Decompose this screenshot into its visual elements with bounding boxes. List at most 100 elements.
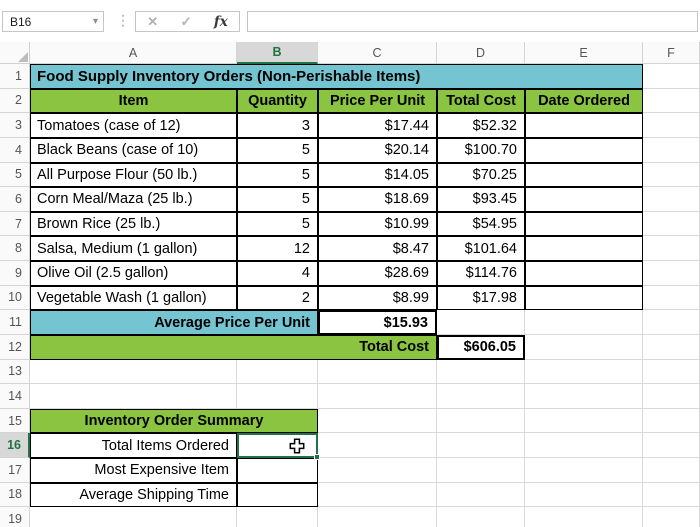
cell-E6[interactable] bbox=[525, 187, 643, 212]
cell-C7[interactable]: $10.99 bbox=[318, 211, 437, 237]
cell-D9[interactable]: $114.76 bbox=[437, 261, 525, 286]
cell-D2[interactable]: Total Cost bbox=[437, 88, 525, 114]
cell-C8[interactable]: $8.47 bbox=[318, 236, 437, 261]
cell-D13[interactable] bbox=[437, 359, 525, 385]
cell-A12[interactable]: Total Cost bbox=[30, 334, 437, 360]
cell-C6[interactable]: $18.69 bbox=[318, 187, 437, 212]
cell-D10[interactable]: $17.98 bbox=[437, 285, 525, 311]
cell-E16[interactable] bbox=[525, 433, 643, 458]
cell-C5[interactable]: $14.05 bbox=[318, 162, 437, 188]
cell-D12[interactable]: $606.05 bbox=[437, 334, 525, 360]
cell-A1[interactable]: Food Supply Inventory Orders (Non-Perish… bbox=[30, 64, 643, 89]
fill-handle-icon[interactable] bbox=[314, 454, 320, 460]
cell-D5[interactable]: $70.25 bbox=[437, 162, 525, 188]
row-header-3[interactable]: 3 bbox=[0, 113, 30, 138]
cell-D4[interactable]: $100.70 bbox=[437, 137, 525, 163]
cell-E13[interactable] bbox=[525, 359, 643, 385]
row-header-14[interactable]: 14 bbox=[0, 384, 30, 409]
cancel-icon[interactable]: ✕ bbox=[147, 14, 158, 30]
cell-B18[interactable] bbox=[237, 482, 318, 508]
cell-F17[interactable] bbox=[643, 458, 700, 483]
cell-A14[interactable] bbox=[30, 384, 237, 409]
select-all-corner[interactable] bbox=[0, 42, 30, 64]
cell-A16[interactable]: Total Items Ordered bbox=[30, 433, 237, 458]
cell-A19[interactable] bbox=[30, 507, 237, 527]
cell-F8[interactable] bbox=[643, 236, 700, 261]
cell-E9[interactable] bbox=[525, 261, 643, 286]
row-header-6[interactable]: 6 bbox=[0, 187, 30, 212]
cell-A13[interactable] bbox=[30, 359, 237, 385]
cell-C15[interactable] bbox=[318, 408, 437, 434]
cell-B7[interactable]: 5 bbox=[237, 211, 318, 237]
cell-F4[interactable] bbox=[643, 137, 700, 163]
cell-B10[interactable]: 2 bbox=[237, 285, 318, 311]
cell-D3[interactable]: $52.32 bbox=[437, 113, 525, 138]
cell-F18[interactable] bbox=[643, 482, 700, 508]
cell-D19[interactable] bbox=[437, 507, 525, 527]
row-header-11[interactable]: 11 bbox=[0, 310, 30, 335]
cell-A5[interactable]: All Purpose Flour (50 lb.) bbox=[30, 162, 237, 188]
cell-A11[interactable]: Average Price Per Unit bbox=[30, 310, 318, 335]
cell-B14[interactable] bbox=[237, 384, 318, 409]
cell-C11[interactable]: $15.93 bbox=[318, 310, 437, 335]
row-header-12[interactable]: 12 bbox=[0, 334, 30, 360]
cell-A2[interactable]: Item bbox=[30, 88, 237, 114]
column-header-B[interactable]: B bbox=[237, 42, 318, 64]
cell-F3[interactable] bbox=[643, 113, 700, 138]
cell-E18[interactable] bbox=[525, 482, 643, 508]
cell-D15[interactable] bbox=[437, 408, 525, 434]
cell-F11[interactable] bbox=[643, 310, 700, 335]
name-box[interactable]: B16 ▾ bbox=[2, 11, 104, 32]
cell-A17[interactable]: Most Expensive Item bbox=[30, 458, 237, 483]
formula-bar-input[interactable] bbox=[247, 11, 698, 32]
enter-icon[interactable]: ✓ bbox=[181, 14, 192, 30]
row-header-9[interactable]: 9 bbox=[0, 261, 30, 286]
cell-C18[interactable] bbox=[318, 482, 437, 508]
cell-D6[interactable]: $93.45 bbox=[437, 187, 525, 212]
cell-C13[interactable] bbox=[318, 359, 437, 385]
row-header-8[interactable]: 8 bbox=[0, 236, 30, 261]
cell-A3[interactable]: Tomatoes (case of 12) bbox=[30, 113, 237, 138]
row-header-19[interactable]: 19 bbox=[0, 507, 30, 527]
cell-A15[interactable]: Inventory Order Summary bbox=[30, 408, 318, 434]
row-header-18[interactable]: 18 bbox=[0, 482, 30, 508]
cell-D14[interactable] bbox=[437, 384, 525, 409]
cell-D8[interactable]: $101.64 bbox=[437, 236, 525, 261]
cell-A8[interactable]: Salsa, Medium (1 gallon) bbox=[30, 236, 237, 261]
cell-E11[interactable] bbox=[525, 310, 643, 335]
column-header-C[interactable]: C bbox=[318, 42, 437, 64]
cell-F1[interactable] bbox=[643, 64, 700, 89]
cell-D17[interactable] bbox=[437, 458, 525, 483]
cell-D16[interactable] bbox=[437, 433, 525, 458]
cell-B17[interactable] bbox=[237, 458, 318, 483]
cell-E17[interactable] bbox=[525, 458, 643, 483]
cell-E2[interactable]: Date Ordered bbox=[525, 88, 643, 114]
cell-E15[interactable] bbox=[525, 408, 643, 434]
row-header-10[interactable]: 10 bbox=[0, 285, 30, 311]
cell-A9[interactable]: Olive Oil (2.5 gallon) bbox=[30, 261, 237, 286]
column-header-D[interactable]: D bbox=[437, 42, 525, 64]
cell-E8[interactable] bbox=[525, 236, 643, 261]
cell-B19[interactable] bbox=[237, 507, 318, 527]
cell-E3[interactable] bbox=[525, 113, 643, 138]
cell-F14[interactable] bbox=[643, 384, 700, 409]
cell-B5[interactable]: 5 bbox=[237, 162, 318, 188]
cell-A6[interactable]: Corn Meal/Maza (25 lb.) bbox=[30, 187, 237, 212]
cell-B9[interactable]: 4 bbox=[237, 261, 318, 286]
cell-E14[interactable] bbox=[525, 384, 643, 409]
cell-B8[interactable]: 12 bbox=[237, 236, 318, 261]
row-header-13[interactable]: 13 bbox=[0, 359, 30, 385]
cell-B6[interactable]: 5 bbox=[237, 187, 318, 212]
cell-C4[interactable]: $20.14 bbox=[318, 137, 437, 163]
cell-F13[interactable] bbox=[643, 359, 700, 385]
column-header-F[interactable]: F bbox=[643, 42, 700, 64]
cell-D18[interactable] bbox=[437, 482, 525, 508]
spreadsheet-grid[interactable]: A B C D E F 1 2 3 4 5 6 7 8 9 10 11 12 13 14 15 16 17 18 19 Food … bbox=[0, 42, 700, 527]
cell-D11[interactable] bbox=[437, 310, 525, 335]
row-header-4[interactable]: 4 bbox=[0, 137, 30, 163]
cell-E19[interactable] bbox=[525, 507, 643, 527]
cell-C17[interactable] bbox=[318, 458, 437, 483]
cell-C2[interactable]: Price Per Unit bbox=[318, 88, 437, 114]
cell-F6[interactable] bbox=[643, 187, 700, 212]
cell-A18[interactable]: Average Shipping Time bbox=[30, 482, 237, 508]
